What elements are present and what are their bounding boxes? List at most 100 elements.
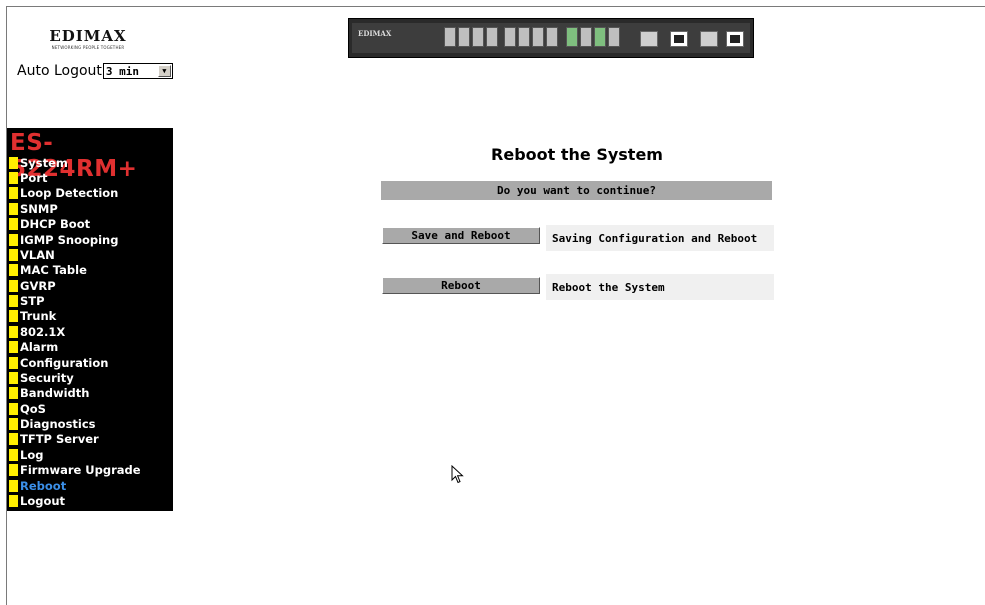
sidebar-item-label: SNMP [20,201,58,216]
sidebar-item-label: QoS [20,401,46,416]
save-and-reboot-description: Saving Configuration and Reboot [546,225,774,251]
uplink-port [726,31,744,47]
sidebar-item-label: Trunk [20,309,57,324]
sidebar-item-mac-table[interactable]: MAC Table [9,263,141,278]
logo-tagline: NETWORKING PEOPLE TOGETHER [51,45,125,50]
sidebar-item-loop-detection[interactable]: Loop Detection [9,186,141,201]
switch-port [472,27,484,47]
sidebar-item-label: Security [20,370,74,385]
bullet-square-icon [9,356,18,369]
sidebar-item-label: VLAN [20,247,55,262]
auto-logout-select[interactable]: 3 min ▼ [102,63,173,79]
sidebar-item-label: Logout [20,493,66,508]
sidebar-item-trunk[interactable]: Trunk [9,309,141,324]
sidebar-item-qos[interactable]: QoS [9,401,141,416]
switch-port [504,27,516,47]
bullet-square-icon [9,156,18,169]
uplink-port [670,31,688,47]
sidebar-item-label: DHCP Boot [20,217,91,232]
bullet-square-icon [9,295,18,308]
sidebar-item-label: Diagnostics [20,417,96,432]
bullet-square-icon [9,202,18,215]
bullet-square-icon [9,218,18,231]
sidebar-item-firmware-upgrade[interactable]: Firmware Upgrade [9,463,141,478]
save-and-reboot-button[interactable]: Save and Reboot [382,227,540,244]
auto-logout: Auto Logout 3 min ▼ [17,61,173,81]
switch-port [580,27,592,47]
switch-port [486,27,498,47]
switch-brand: EDIMAX [358,29,392,38]
bullet-square-icon [9,325,18,338]
bullet-square-icon [9,248,18,261]
sidebar-item-label: Alarm [20,340,59,355]
sidebar-item-label: STP [20,294,45,309]
sfp-slot [640,31,658,47]
logo-brand: EDIMAX [49,27,127,45]
bullet-square-icon [9,479,18,492]
sidebar-item-vlan[interactable]: VLAN [9,247,141,262]
sidebar-item-system[interactable]: System [9,155,141,170]
bullet-square-icon [9,494,18,507]
switch-port [518,27,530,47]
sidebar-item-label: IGMP Snooping [20,232,119,247]
chevron-down-icon[interactable]: ▼ [157,65,171,77]
switch-port [608,27,620,47]
reboot-button[interactable]: Reboot [382,277,540,294]
sidebar-item-bandwidth[interactable]: Bandwidth [9,386,141,401]
sidebar-item-label: Firmware Upgrade [20,463,141,478]
sidebar-item-alarm[interactable]: Alarm [9,340,141,355]
sidebar-item-dhcp-boot[interactable]: DHCP Boot [9,217,141,232]
switch-port [444,27,456,47]
sidebar-item-label: 802.1X [20,324,66,339]
bullet-square-icon [9,448,18,461]
sidebar-item-diagnostics[interactable]: Diagnostics [9,416,141,431]
bullet-square-icon [9,279,18,292]
sidebar-item-log[interactable]: Log [9,447,141,462]
sidebar-item-label: Reboot [20,478,67,493]
switch-front-panel-image: EDIMAX [348,18,754,58]
sidebar-item-802-1x[interactable]: 802.1X [9,324,141,339]
sidebar-item-logout[interactable]: Logout [9,493,141,508]
bullet-square-icon [9,310,18,323]
sfp-slot [700,31,718,47]
sidebar-item-label: Log [20,447,44,462]
sidebar-item-label: Port [20,171,48,186]
switch-port [594,27,606,47]
bullet-square-icon [9,233,18,246]
sidebar-menu: System Port Loop Detection SNMP DHCP Boot IGM… [9,155,141,509]
sidebar-item-port[interactable]: Port [9,170,141,185]
sidebar-item-label: System [20,155,68,170]
sidebar-item-tftp-server[interactable]: TFTP Server [9,432,141,447]
switch-port [546,27,558,47]
edimax-logo: EDIMAX NETWORKING PEOPLE TOGETHER [38,29,138,51]
port-group-1 [444,27,498,47]
bullet-square-icon [9,433,18,446]
bullet-square-icon [9,264,18,277]
switch-port [532,27,544,47]
bullet-square-icon [9,172,18,185]
port-group-2 [504,27,558,47]
bullet-square-icon [9,187,18,200]
sidebar-item-label: Configuration [20,355,109,370]
page-title: Reboot the System [491,145,663,164]
sidebar-item-configuration[interactable]: Configuration [9,355,141,370]
sidebar-item-stp[interactable]: STP [9,293,141,308]
switch-port [458,27,470,47]
sidebar-item-label: TFTP Server [20,432,99,447]
sidebar-item-snmp[interactable]: SNMP [9,201,141,216]
sidebar-item-label: MAC Table [20,263,87,278]
sidebar-item-igmp-snooping[interactable]: IGMP Snooping [9,232,141,247]
bullet-square-icon [9,464,18,477]
sidebar-item-security[interactable]: Security [9,370,141,385]
reboot-description: Reboot the System [546,274,774,300]
sidebar-item-reboot[interactable]: Reboot [9,478,141,493]
mouse-cursor-icon [451,465,464,484]
bullet-square-icon [9,418,18,431]
bullet-square-icon [9,402,18,415]
switch-panel: EDIMAX [352,23,750,53]
confirm-prompt: Do you want to continue? [381,181,772,200]
sidebar-item-label: GVRP [20,278,56,293]
sidebar-item-label: Bandwidth [20,386,90,401]
sidebar-item-gvrp[interactable]: GVRP [9,278,141,293]
sidebar: ES-5224RM+ System Port Loop Detection SNMP D… [7,128,173,511]
